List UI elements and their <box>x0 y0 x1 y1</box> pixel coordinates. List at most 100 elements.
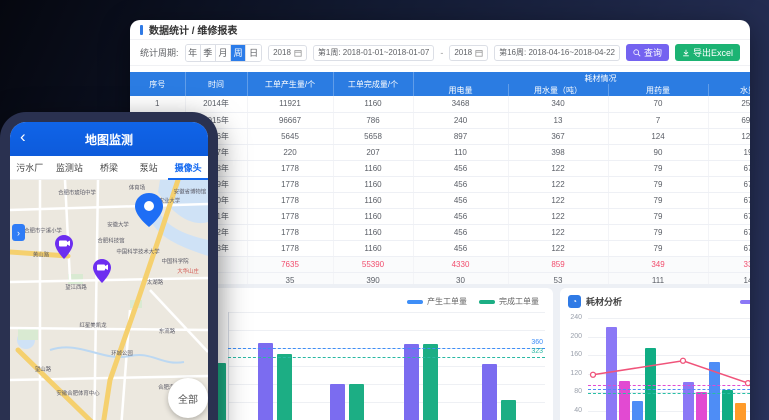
table-cell: 367 <box>508 128 608 144</box>
map-label: 太湖路 <box>147 277 163 285</box>
reference-label: 323 <box>531 348 543 355</box>
map-label: 安徽大学 <box>107 220 129 228</box>
period-option-月[interactable]: 月 <box>216 45 231 61</box>
col-header-no: 序号 <box>130 72 185 96</box>
chart-legend: 产生工单量 完成工单量 <box>407 296 539 307</box>
map-label: 红星美凯龙 <box>80 320 107 328</box>
calendar-icon <box>475 49 483 57</box>
legend-swatch <box>479 300 495 304</box>
table-cell: 859 <box>508 256 608 272</box>
query-button[interactable]: 查询 <box>626 44 669 61</box>
table-cell: 456 <box>413 240 508 256</box>
table-cell: 122 <box>508 224 608 240</box>
period-option-年[interactable]: 年 <box>186 45 201 61</box>
bar <box>632 401 643 420</box>
table-cell: 349 <box>608 256 708 272</box>
search-icon <box>633 49 641 57</box>
table-cell: 1160 <box>333 208 413 224</box>
chart-title-row: ◔ 耗材分析 <box>568 295 622 308</box>
bar-产生工单量 <box>258 343 273 420</box>
map-label: 体育场 <box>129 183 145 191</box>
year-end-select[interactable]: 2018 <box>449 45 488 61</box>
y-tick-label: 40 <box>562 407 582 414</box>
table-cell: 1160 <box>333 176 413 192</box>
tab-摄像头[interactable]: 摄像头 <box>168 156 208 180</box>
export-excel-button[interactable]: 导出Excel <box>675 44 740 61</box>
reference-line <box>588 385 750 386</box>
selected-location-pin[interactable] <box>134 192 164 233</box>
map-label: 中国科学院 <box>162 256 189 264</box>
tab-泵站[interactable]: 泵站 <box>129 156 169 180</box>
legend-swatch[interactable] <box>740 300 750 304</box>
map-label: 黄山路 <box>33 250 49 258</box>
gridline <box>228 384 545 385</box>
table-cell: 4330 <box>413 256 508 272</box>
table-row: 92022年177811604561227967 <box>130 224 750 240</box>
table-cell: 13 <box>508 112 608 128</box>
tab-监测站[interactable]: 监测站 <box>50 156 90 180</box>
breadcrumb-accent <box>140 25 143 35</box>
bar-产生工单量 <box>330 384 345 420</box>
gridline <box>228 330 545 331</box>
table-cell: 456 <box>413 208 508 224</box>
legend-swatch <box>407 300 423 304</box>
range-start-input[interactable]: 第1周: 2018-01-01~2018-01-07 <box>313 45 434 61</box>
pie-chart-icon: ◔ <box>568 295 581 308</box>
back-chevron-icon[interactable]: ‹ <box>20 127 26 147</box>
table-cell: 690 <box>708 112 750 128</box>
map-label: 望山路 <box>35 364 51 372</box>
tab-桥梁[interactable]: 桥梁 <box>89 156 129 180</box>
range-end-input[interactable]: 第16周: 2018-04-16~2018-04-22 <box>494 45 620 61</box>
legend-item-产生工单量[interactable]: 产生工单量 <box>407 296 467 307</box>
bar-完成工单量 <box>277 354 292 420</box>
table-cell: 1778 <box>247 192 333 208</box>
table-row: 82021年177811604561227967 <box>130 208 750 224</box>
report-table: 序号 时间 工单产生量/个 工单完成量/个 耗材情况 用电量用水量（吨）用药量水… <box>130 72 750 289</box>
legend-item-完成工单量[interactable]: 完成工单量 <box>479 296 539 307</box>
table-cell: 33 <box>708 256 750 272</box>
table-cell: 70 <box>608 96 708 112</box>
table-cell: 67 <box>708 224 750 240</box>
gridline <box>588 318 750 319</box>
table-cell: 124 <box>608 128 708 144</box>
table-cell: 207 <box>333 144 413 160</box>
expand-panel-button[interactable]: › <box>12 224 25 241</box>
bar-完成工单量 <box>349 384 364 420</box>
table-cell: 1778 <box>247 208 333 224</box>
period-option-日[interactable]: 日 <box>246 45 261 61</box>
reference-line <box>588 393 750 394</box>
table-cell: 1160 <box>333 160 413 176</box>
col-header-completed: 工单完成量/个 <box>333 72 413 96</box>
table-cell: 122 <box>508 208 608 224</box>
bar-完成工单量 <box>501 400 516 420</box>
map-label: 大华山庄 <box>177 266 199 274</box>
table-row: 合计763555390433085934933 <box>130 256 750 272</box>
gridline <box>228 366 545 367</box>
table-cell: 3468 <box>413 96 508 112</box>
consumable-chart-panel: ◔ 耗材分析 2402001601208040 <box>560 288 750 420</box>
period-option-周[interactable]: 周 <box>231 45 246 61</box>
show-all-button[interactable]: 全部 <box>168 378 208 418</box>
table-row: 52018年177811604561227967 <box>130 160 750 176</box>
y-axis-line <box>228 312 229 420</box>
table-cell: 79 <box>608 208 708 224</box>
table-cell: 79 <box>608 176 708 192</box>
table-cell: 7635 <box>247 256 333 272</box>
table-cell: 110 <box>413 144 508 160</box>
period-segmented-control[interactable]: 年季月周日 <box>185 44 263 62</box>
tab-污水厂[interactable]: 污水厂 <box>10 156 50 180</box>
camera-marker-icon[interactable] <box>54 234 74 265</box>
year-start-select[interactable]: 2018 <box>268 45 307 61</box>
gridline <box>228 312 545 313</box>
camera-marker-icon[interactable] <box>92 258 112 289</box>
phone-mockup: ‹ 地图监测 污水厂监测站桥梁泵站摄像头 <box>0 112 218 420</box>
app-title: 地图监测 <box>85 131 133 148</box>
map-label: 合肥科技馆 <box>98 236 125 244</box>
map-label: 望江西路 <box>65 282 87 290</box>
table-cell: 786 <box>333 112 413 128</box>
bar <box>683 382 694 420</box>
map-canvas[interactable]: 合肥市琥珀中学体育场安徽农业大学安徽省博物馆合肥市宁溪小学黄山路安徽大学合肥科技… <box>10 180 208 420</box>
period-option-季[interactable]: 季 <box>201 45 216 61</box>
table-cell: 5645 <box>247 128 333 144</box>
table-cell: 122 <box>508 240 608 256</box>
